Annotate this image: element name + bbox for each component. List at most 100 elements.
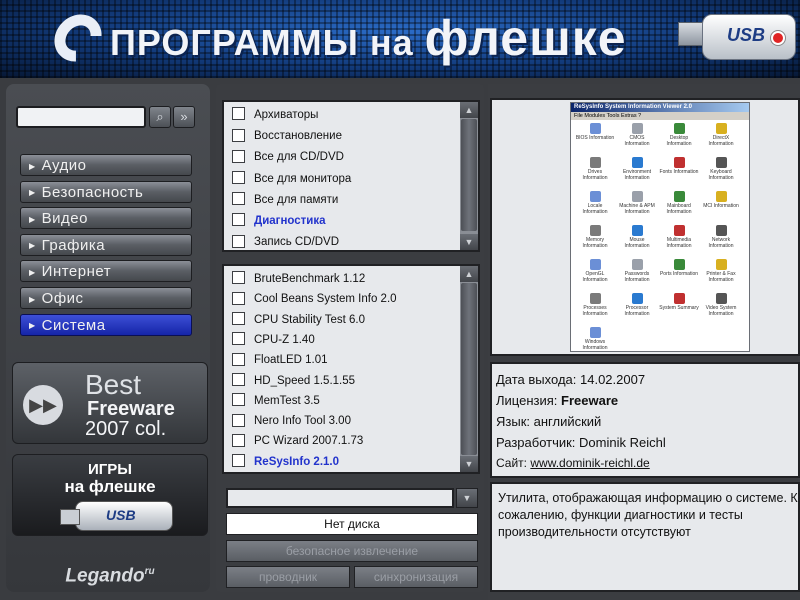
category-label: Офис (41, 289, 84, 307)
list-item-label: CPU-Z 1.40 (254, 333, 315, 346)
list-item-label: CPU Stability Test 6.0 (254, 313, 366, 326)
list-item[interactable]: Nero Info Tool 3.00 (232, 411, 351, 431)
program-screenshot: ReSysInfo System Information Viewer 2.0 … (570, 102, 750, 352)
checkbox[interactable] (232, 213, 245, 227)
search-button[interactable]: ⌕ (149, 106, 171, 128)
safe-eject-button[interactable]: безопасное извлечение (226, 540, 478, 562)
program-list[interactable]: ▲ ▼ BruteBenchmark 1.12 Cool Beans System… (222, 264, 480, 474)
list-item-label: Все для памяти (254, 193, 339, 206)
license-row: Лицензия: Freeware (496, 393, 619, 408)
list-item[interactable]: MemTest 3.5 (232, 391, 320, 411)
search-input[interactable] (16, 106, 146, 128)
screenshot-module-icon: Environment Information (617, 157, 657, 181)
checkbox[interactable] (232, 171, 245, 185)
category-item[interactable]: ▶ Безопасность (20, 180, 192, 203)
list-item-label: ReSysInfo 2.1.0 (254, 455, 340, 468)
checkbox[interactable] (232, 149, 245, 163)
category-item[interactable]: ▶ Интернет (20, 260, 192, 283)
category-item[interactable]: ▶ Видео (20, 207, 192, 230)
list-item[interactable]: FloatLED 1.01 (232, 350, 328, 370)
checkbox[interactable] (232, 128, 245, 142)
best-freeware-banner[interactable]: ▶▶ Best Freeware 2007 col. (12, 362, 208, 444)
list-item-label: FloatLED 1.01 (254, 354, 328, 367)
screenshot-module-icon: Network Information (701, 225, 741, 249)
list-item[interactable]: Все для CD/DVD (232, 147, 344, 167)
best-line1: Best (85, 369, 142, 400)
disk-status: Нет диска (226, 513, 478, 535)
scroll-down-icon[interactable]: ▼ (460, 456, 478, 472)
sync-button[interactable]: синхронизация (354, 566, 478, 588)
list-item[interactable]: CPU Stability Test 6.0 (232, 310, 365, 330)
checkbox[interactable] (232, 291, 245, 305)
list-item[interactable]: Все для памяти (232, 190, 338, 210)
category-item[interactable]: ▶ Аудио (20, 154, 192, 176)
screenshot-module-icon: MCI Information (701, 191, 741, 210)
screenshot-titlebar: ReSysInfo System Information Viewer 2.0 (571, 103, 749, 112)
list-item-label: BruteBenchmark 1.12 (254, 273, 366, 285)
checkbox[interactable] (232, 372, 245, 386)
scroll-up-icon[interactable]: ▲ (460, 266, 478, 282)
list-item[interactable]: CPU-Z 1.40 (232, 330, 315, 350)
list-item[interactable]: HD_Speed 1.5.1.55 (232, 371, 355, 391)
category-item[interactable]: ▶ Офис (20, 286, 192, 309)
arrow-right-icon: ▶ (29, 294, 36, 304)
title-small: ПРОГРАММЫ на (110, 22, 414, 63)
checkbox[interactable] (232, 312, 245, 326)
list-item[interactable]: BruteBenchmark 1.12 (232, 269, 365, 289)
subcategory-scrollbar[interactable]: ▲ ▼ (460, 102, 478, 250)
list-item[interactable]: Архиваторы (232, 105, 318, 125)
arrow-right-icon: ▶ (29, 321, 36, 331)
title-big: флешке (424, 10, 627, 66)
list-item-label: Архиваторы (254, 109, 319, 121)
screenshot-module-icon: Ports Information (659, 259, 699, 278)
explorer-button[interactable]: проводник (226, 566, 350, 588)
games-line1: ИГРЫ (88, 461, 132, 478)
checkbox[interactable] (232, 413, 245, 427)
scroll-up-icon[interactable]: ▲ (460, 102, 478, 118)
scroll-down-icon[interactable]: ▼ (460, 234, 478, 250)
checkbox[interactable] (232, 352, 245, 366)
screenshot-module-icon: DirectX Information (701, 123, 741, 147)
screenshot-module-icon: Desktop Information (659, 123, 699, 147)
list-item[interactable]: Диагностика (232, 211, 326, 231)
description-box: Утилита, отображающая информацию о систе… (490, 482, 800, 592)
list-item-label: Cool Beans System Info 2.0 (254, 293, 397, 306)
forward-button[interactable]: » (173, 106, 195, 128)
release-date: 14.02.2007 (580, 372, 646, 387)
list-item[interactable]: Cool Beans System Info 2.0 (232, 289, 397, 309)
site-row: Сайт: www.dominik-reichl.de (496, 456, 650, 470)
scroll-thumb[interactable] (461, 283, 477, 455)
list-item[interactable]: Запись CD/DVD (232, 232, 339, 252)
subcategory-list[interactable]: ▲ ▼ Архиваторы Восстановление Все для CD/D… (222, 100, 480, 252)
checkbox[interactable] (232, 454, 245, 468)
games-banner[interactable]: ИГРЫ на флешке USB (12, 454, 208, 536)
scroll-thumb[interactable] (461, 119, 477, 231)
screenshot-module-icon: BIOS Information (575, 123, 615, 142)
fast-forward-icon: ▶▶ (23, 385, 63, 425)
checkbox[interactable] (232, 433, 245, 447)
checkbox[interactable] (232, 332, 245, 346)
chevron-down-icon[interactable]: ▼ (456, 488, 478, 508)
legando-logo[interactable]: Legandoru (12, 552, 208, 592)
program-scrollbar[interactable]: ▲ ▼ (460, 266, 478, 472)
list-item[interactable]: PC Wizard 2007.1.73 (232, 431, 363, 451)
checkbox[interactable] (232, 393, 245, 407)
list-item[interactable]: Восстановление (232, 126, 342, 146)
checkbox[interactable] (232, 192, 245, 206)
list-item[interactable]: Все для монитора (232, 169, 351, 189)
best-line3: 2007 col. (85, 418, 167, 440)
category-label: Интернет (41, 263, 112, 281)
language-value: английский (533, 414, 602, 429)
arrow-right-icon: ▶ (29, 214, 36, 224)
checkbox[interactable] (232, 107, 245, 121)
category-item[interactable]: ▶ Система (20, 313, 192, 336)
drive-select[interactable] (226, 488, 454, 508)
checkbox[interactable] (232, 271, 245, 285)
site-link[interactable]: www.dominik-reichl.de (530, 456, 649, 470)
double-arrow-icon: » (180, 109, 188, 124)
checkbox[interactable] (232, 234, 245, 248)
category-list: ▶ Аудио ▶ Безопасность ▶ Видео ▶ Графика ▶ Интерн… (20, 154, 192, 340)
list-item-label: Nero Info Tool 3.00 (254, 415, 351, 428)
list-item[interactable]: ReSysInfo 2.1.0 (232, 452, 339, 472)
category-item[interactable]: ▶ Графика (20, 233, 192, 256)
